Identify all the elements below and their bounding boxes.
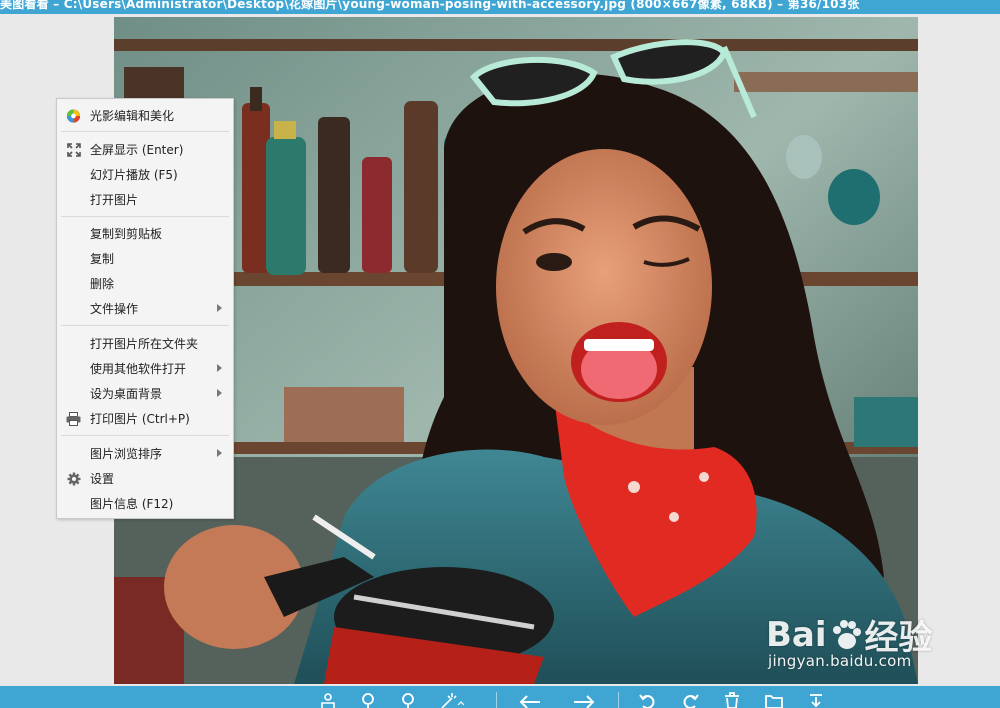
- menu-item-edit-beautify[interactable]: 光影编辑和美化: [57, 104, 233, 126]
- rotate-person-button[interactable]: [318, 692, 338, 708]
- menu-item-label: 打印图片 (Ctrl+P): [90, 411, 190, 426]
- next-image-button[interactable]: [572, 692, 595, 708]
- delete-icon: [725, 692, 739, 708]
- menu-item-sort[interactable]: 图片浏览排序: [57, 442, 233, 464]
- submenu-arrow-icon: [217, 449, 222, 457]
- fullscreen-icon: [66, 142, 81, 157]
- menu-item-settings[interactable]: 设置: [57, 467, 233, 489]
- rotate-left-icon: [639, 694, 655, 708]
- menu-item-label: 复制到剪贴板: [90, 226, 163, 241]
- gear-icon: [66, 471, 81, 486]
- toolbar-divider: [618, 692, 619, 708]
- menu-item-label: 图片浏览排序: [90, 446, 163, 461]
- image-viewer[interactable]: Bai 经验 jingyan.baidu.com 光影编辑和美化 全屏显示 (E…: [0, 14, 1000, 686]
- printer-icon: [66, 411, 81, 426]
- bottom-toolbar: [0, 686, 1000, 708]
- menu-item-print[interactable]: 打印图片 (Ctrl+P): [57, 407, 233, 429]
- prev-image-button[interactable]: [518, 692, 540, 708]
- menu-item-open-image[interactable]: 打开图片: [57, 188, 233, 210]
- submenu-arrow-icon: [217, 364, 222, 372]
- menu-item-label: 设为桌面背景: [90, 386, 163, 401]
- zoom-in-icon: [362, 693, 374, 708]
- menu-separator: [61, 216, 229, 217]
- delete-button[interactable]: [722, 692, 742, 708]
- menu-item-label: 复制: [90, 251, 115, 266]
- menu-separator: [61, 131, 229, 132]
- menu-item-label: 光影编辑和美化: [90, 108, 175, 123]
- menu-item-open-folder[interactable]: 打开图片所在文件夹: [57, 332, 233, 354]
- open-folder-button[interactable]: [764, 692, 784, 708]
- menu-item-image-info[interactable]: 图片信息 (F12): [57, 492, 233, 514]
- menu-item-set-wallpaper[interactable]: 设为桌面背景: [57, 382, 233, 404]
- rotate-left-button[interactable]: [638, 692, 658, 708]
- watermark-site: jingyan.baidu.com: [768, 652, 912, 670]
- zoom-out-icon: [402, 693, 414, 708]
- paw-icon: [832, 619, 861, 649]
- menu-item-file-operations[interactable]: 文件操作: [57, 297, 233, 319]
- color-wheel-icon: [66, 108, 81, 123]
- prev-arrow-icon: [519, 695, 540, 708]
- context-menu: 光影编辑和美化 全屏显示 (Enter) 幻灯片播放 (F5) 打开图片 复制到…: [56, 98, 234, 519]
- next-arrow-icon: [574, 695, 595, 708]
- menu-item-label: 删除: [90, 276, 115, 291]
- menu-separator: [61, 325, 229, 326]
- submenu-arrow-icon: [217, 389, 222, 397]
- menu-item-copy[interactable]: 复制: [57, 247, 233, 269]
- menu-item-delete[interactable]: 删除: [57, 272, 233, 294]
- window-title: 美图看看 – C:\Users\Administrator\Desktop\花嫁…: [0, 0, 860, 11]
- menu-item-label: 幻灯片播放 (F5): [90, 167, 178, 182]
- rotate-person-icon: [321, 693, 335, 708]
- save-button[interactable]: [806, 692, 826, 708]
- menu-separator: [61, 435, 229, 436]
- menu-item-label: 文件操作: [90, 301, 139, 316]
- menu-item-label: 使用其他软件打开: [90, 361, 187, 376]
- toolbar-divider: [496, 692, 497, 708]
- title-bar: 美图看看 – C:\Users\Administrator\Desktop\花嫁…: [0, 0, 1000, 14]
- magic-wand-icon: [441, 693, 464, 708]
- photo-image: [114, 17, 918, 684]
- photo[interactable]: [114, 17, 918, 684]
- menu-item-copy-to-clipboard[interactable]: 复制到剪贴板: [57, 222, 233, 244]
- menu-item-open-with[interactable]: 使用其他软件打开: [57, 357, 233, 379]
- menu-item-label: 打开图片所在文件夹: [90, 336, 199, 351]
- rotate-right-icon: [683, 694, 699, 708]
- magic-wand-button[interactable]: [438, 692, 464, 708]
- zoom-out-button[interactable]: [398, 692, 418, 708]
- menu-item-label: 图片信息 (F12): [90, 496, 174, 511]
- zoom-in-button[interactable]: [358, 692, 378, 708]
- menu-item-slideshow[interactable]: 幻灯片播放 (F5): [57, 163, 233, 185]
- menu-item-fullscreen[interactable]: 全屏显示 (Enter): [57, 138, 233, 160]
- menu-item-label: 设置: [90, 471, 115, 486]
- folder-icon: [765, 695, 783, 708]
- save-icon: [810, 694, 822, 708]
- menu-item-label: 打开图片: [90, 192, 139, 207]
- baidu-watermark: Bai 经验 jingyan.baidu.com: [766, 610, 946, 682]
- submenu-arrow-icon: [217, 304, 222, 312]
- menu-item-label: 全屏显示 (Enter): [90, 142, 184, 157]
- rotate-right-button[interactable]: [680, 692, 700, 708]
